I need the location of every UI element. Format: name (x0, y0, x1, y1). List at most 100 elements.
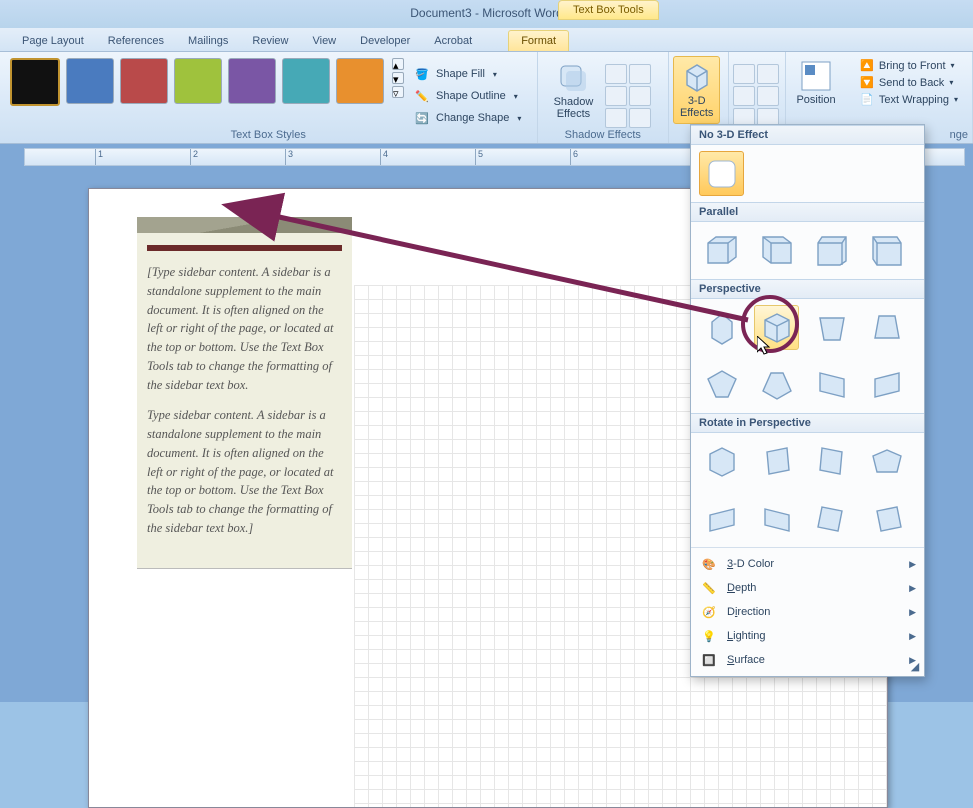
3d-label: 3-D Effects (680, 95, 713, 119)
shape-fill-button[interactable]: 🪣 Shape Fill ▾ (410, 64, 525, 84)
sidebar-text-box[interactable]: [Type sidebar content. A sidebar is a st… (137, 217, 352, 568)
surface-menu[interactable]: 🔲 Surface ▶ (691, 648, 924, 672)
tab-view[interactable]: View (300, 31, 348, 51)
tab-page-layout[interactable]: Page Layout (10, 31, 96, 51)
rotate-option-4[interactable] (864, 439, 909, 484)
group-shadow-effects: Shadow Effects Shadow Effects (538, 52, 669, 143)
rotate-option-7[interactable] (809, 496, 854, 541)
tab-mailings[interactable]: Mailings (176, 31, 240, 51)
submenu-arrow-icon: ▶ (909, 583, 916, 594)
text-wrapping-button[interactable]: 📄 Text Wrapping▾ (856, 92, 962, 107)
send-to-back-button[interactable]: 🔽 Send to Back▾ (856, 75, 962, 90)
tab-acrobat[interactable]: Acrobat (422, 31, 484, 51)
shape-outline-label: Shape Outline (436, 90, 506, 102)
perspective-option-4[interactable] (864, 305, 909, 350)
tilt-1[interactable] (733, 64, 755, 84)
shadow-label: Shadow Effects (554, 96, 594, 120)
ribbon-tabs: Page Layout References Mailings Review V… (0, 28, 973, 52)
perspective-option-2[interactable] (754, 305, 799, 350)
perspective-option-6[interactable] (754, 362, 799, 407)
tilt-4[interactable] (757, 86, 779, 106)
ruler-tick: 3 (285, 149, 293, 165)
rotate-option-1[interactable] (699, 439, 744, 484)
tilt-3[interactable] (733, 86, 755, 106)
parallel-option-4[interactable] (864, 228, 909, 273)
dropdown-footer: 🎨 33-D Color-D Color ▶ 📏 Depth ▶ 🧭 Direc… (691, 548, 924, 676)
nudge-extra[interactable] (629, 108, 651, 128)
parallel-option-2[interactable] (754, 228, 799, 273)
gallery-down-icon[interactable]: ▾ (392, 72, 404, 84)
dropdown-resize-grip-icon[interactable]: ◢ (908, 658, 922, 674)
3d-effects-button[interactable]: 3-D Effects (673, 56, 720, 124)
style-swatch-6[interactable] (282, 58, 330, 104)
depth-icon: 📏 (701, 580, 717, 596)
ruler-tick: 1 (95, 149, 103, 165)
dropdown-arrow-icon: ▾ (514, 92, 518, 101)
bring-to-front-button[interactable]: 🔼 Bring to Front▾ (856, 58, 962, 73)
section-no-3d: No 3-D Effect (691, 125, 924, 145)
ruler-tick: 6 (570, 149, 578, 165)
rotate-option-5[interactable] (699, 496, 744, 541)
position-icon (800, 60, 832, 92)
section-parallel: Parallel (691, 202, 924, 222)
change-shape-label: Change Shape (436, 112, 509, 124)
text-wrap-label: Text Wrapping (879, 94, 949, 106)
tab-references[interactable]: References (96, 31, 176, 51)
nudge-center[interactable] (605, 108, 627, 128)
pencil-icon: ✏️ (414, 88, 430, 104)
shape-outline-button[interactable]: ✏️ Shape Outline ▾ (410, 86, 525, 106)
nudge-up[interactable] (605, 64, 627, 84)
bring-front-label: Bring to Front (879, 60, 946, 72)
3d-color-menu[interactable]: 🎨 33-D Color-D Color ▶ (691, 552, 924, 576)
tab-format[interactable]: Format (508, 30, 569, 51)
rotate-option-2[interactable] (754, 439, 799, 484)
shadow-icon (557, 62, 589, 94)
tab-developer[interactable]: Developer (348, 31, 422, 51)
lighting-menu[interactable]: 💡 Lighting ▶ (691, 624, 924, 648)
depth-menu[interactable]: 📏 Depth ▶ (691, 576, 924, 600)
rotate-option-3[interactable] (809, 439, 854, 484)
perspective-option-3[interactable] (809, 305, 854, 350)
change-shape-icon: 🔄 (414, 110, 430, 126)
perspective-option-8[interactable] (864, 362, 909, 407)
shadow-nudge-pad (605, 58, 651, 128)
submenu-arrow-icon: ▶ (909, 607, 916, 618)
nudge-left[interactable] (605, 86, 627, 106)
style-swatch-4[interactable] (174, 58, 222, 104)
lighting-label: Lighting (727, 630, 766, 642)
tab-review[interactable]: Review (240, 31, 300, 51)
style-swatch-7[interactable] (336, 58, 384, 104)
shadow-effects-button[interactable]: Shadow Effects (548, 58, 600, 124)
perspective-option-7[interactable] (809, 362, 854, 407)
gallery-up-icon[interactable]: ▴ (392, 58, 404, 70)
send-back-icon: 🔽 (860, 76, 874, 89)
rotate-option-8[interactable] (864, 496, 909, 541)
nudge-right[interactable] (629, 64, 651, 84)
rotate-option-6[interactable] (754, 496, 799, 541)
style-swatch-5[interactable] (228, 58, 276, 104)
perspective-option-5[interactable] (699, 362, 744, 407)
perspective-option-1[interactable] (699, 305, 744, 350)
contextual-tab-group: Text Box Tools (558, 0, 659, 20)
change-shape-button[interactable]: 🔄 Change Shape ▾ (410, 108, 525, 128)
parallel-option-1[interactable] (699, 228, 744, 273)
direction-icon: 🧭 (701, 604, 717, 620)
send-back-label: Send to Back (879, 77, 944, 89)
sidebar-text[interactable]: [Type sidebar content. A sidebar is a st… (147, 263, 342, 538)
titlebar: Document3 - Microsoft Word Text Box Tool… (0, 0, 973, 28)
text-wrap-icon: 📄 (860, 93, 874, 106)
parallel-option-3[interactable] (809, 228, 854, 273)
style-swatch-1[interactable] (10, 58, 60, 106)
surface-label: Surface (727, 654, 765, 666)
position-button[interactable]: Position (790, 56, 841, 110)
group-text-box-styles: ▴ ▾ ▿ 🪣 Shape Fill ▾ ✏️ Shape Outline ▾ … (0, 52, 538, 143)
style-swatch-3[interactable] (120, 58, 168, 104)
tilt-2[interactable] (757, 64, 779, 84)
nudge-down[interactable] (629, 86, 651, 106)
direction-menu[interactable]: 🧭 Direction ▶ (691, 600, 924, 624)
dropdown-arrow-icon: ▾ (517, 114, 521, 123)
gallery-more-icon[interactable]: ▿ (392, 86, 404, 98)
group-label-arrange-cut: nge (950, 129, 968, 141)
style-swatch-2[interactable] (66, 58, 114, 104)
no-3d-effect-option[interactable] (699, 151, 744, 196)
